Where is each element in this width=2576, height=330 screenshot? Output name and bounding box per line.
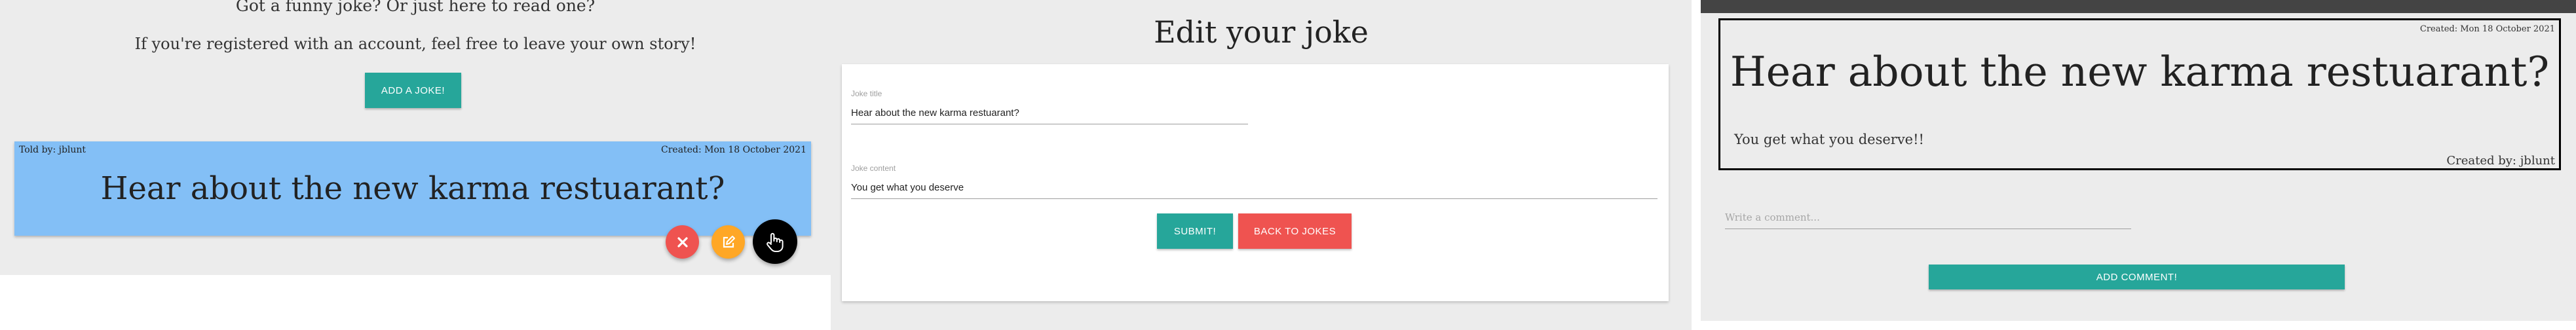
close-icon bbox=[676, 236, 689, 249]
joke-content-label: Joke content bbox=[851, 164, 896, 173]
edit-icon bbox=[721, 234, 736, 250]
back-to-jokes-button[interactable]: BACK TO JOKES bbox=[1238, 213, 1352, 249]
page-title: Edit your joke bbox=[1154, 14, 1369, 50]
intro-invitation: If you're registered with an account, fe… bbox=[134, 35, 696, 53]
joke-title: Hear about the new karma restuarant? bbox=[1730, 48, 2550, 96]
comment-input[interactable] bbox=[1725, 206, 2131, 229]
joke-author: Created by: jblunt bbox=[2446, 154, 2555, 168]
add-comment-button[interactable]: ADD COMMENT! bbox=[1929, 265, 2345, 289]
edit-joke-button[interactable] bbox=[711, 225, 745, 259]
intro-question: Got a funny joke? Or just here to read o… bbox=[235, 0, 596, 15]
edit-joke-form: Joke title Joke content SUBMIT! BACK TO … bbox=[842, 64, 1669, 301]
edit-joke-panel: Edit your joke Joke title Joke content S… bbox=[831, 0, 1692, 330]
joke-detail-panel: Created: Mon 18 October 2021 Hear about … bbox=[1701, 0, 2576, 321]
open-joke-button[interactable] bbox=[753, 219, 797, 264]
joke-content: You get what you deserve!! bbox=[1734, 132, 1924, 147]
top-bar bbox=[1701, 0, 2576, 13]
joke-detail-box: Created: Mon 18 October 2021 Hear about … bbox=[1718, 18, 2561, 170]
pointer-hand-icon bbox=[763, 230, 787, 253]
jokes-list-panel: Got a funny joke? Or just here to read o… bbox=[0, 0, 831, 275]
add-joke-button[interactable]: ADD A JOKE! bbox=[365, 73, 461, 108]
joke-created-date: Created: Mon 18 October 2021 bbox=[661, 145, 806, 155]
delete-joke-button[interactable] bbox=[666, 225, 699, 259]
joke-author: Told by: jblunt bbox=[19, 145, 86, 155]
joke-created-date: Created: Mon 18 October 2021 bbox=[2419, 24, 2555, 34]
joke-content-field[interactable] bbox=[851, 181, 1657, 199]
submit-button[interactable]: SUBMIT! bbox=[1157, 213, 1233, 249]
joke-title-label: Joke title bbox=[851, 89, 882, 98]
joke-card[interactable]: Told by: jblunt Created: Mon 18 October … bbox=[14, 141, 811, 236]
joke-title: Hear about the new karma restuarant? bbox=[100, 170, 725, 207]
joke-title-field[interactable] bbox=[851, 106, 1248, 124]
